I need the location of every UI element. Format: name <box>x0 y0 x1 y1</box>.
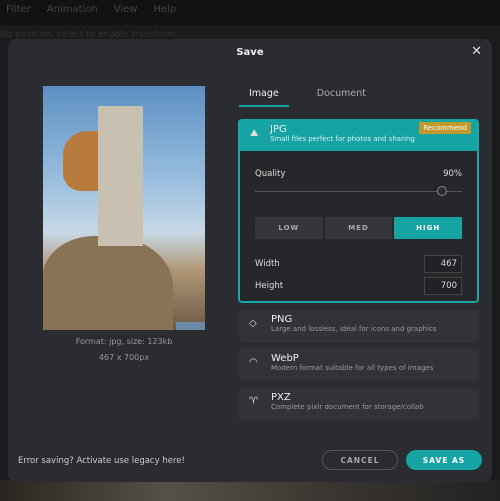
format-jpg[interactable]: ⛰ JPG Small files perfect for photos and… <box>238 119 479 303</box>
format-png[interactable]: ◇ PNG Large and lossless, ideal for icon… <box>239 310 479 342</box>
quality-slider[interactable] <box>255 186 462 196</box>
tab-document[interactable]: Document <box>307 86 376 107</box>
quality-value: 90% <box>443 169 462 179</box>
format-description: Modern format suitable for all types of … <box>271 364 434 372</box>
format-description: Small files perfect for photos and shari… <box>270 135 415 143</box>
height-input[interactable] <box>424 277 462 295</box>
recommend-badge: Recommend <box>419 122 471 134</box>
format-name: PXZ <box>271 392 291 403</box>
width-label: Width <box>255 259 280 269</box>
format-webp[interactable]: ◠ WebP Modern format suitable for all ty… <box>239 349 479 381</box>
background-canvas <box>0 480 500 501</box>
format-name: PNG <box>271 314 293 325</box>
quality-presets: LOW MED HIGH <box>255 217 463 239</box>
format-description: Complete pixlr document for storage/coll… <box>271 403 424 411</box>
tabs: Image Document <box>239 86 376 107</box>
format-name: WebP <box>271 353 299 364</box>
height-label: Height <box>255 281 284 291</box>
slider-handle[interactable] <box>437 186 448 196</box>
format-info: Format: jpg, size: 123kb <box>75 337 173 346</box>
med-button[interactable]: MED <box>324 217 393 239</box>
menu-view[interactable]: View <box>114 4 138 21</box>
close-icon[interactable]: ✕ <box>471 44 482 59</box>
low-button[interactable]: LOW <box>255 217 323 239</box>
dialog-title: Save <box>236 47 264 58</box>
width-input[interactable] <box>424 255 462 273</box>
watermark <box>176 322 205 330</box>
tab-image[interactable]: Image <box>239 86 289 107</box>
webp-icon: ◠ <box>249 357 258 368</box>
format-pxz[interactable]: ♈ PXZ Complete pixlr document for storag… <box>239 388 479 420</box>
menubar: Filter Animation View Help <box>0 0 500 25</box>
sprout-icon: ♈ <box>249 396 258 407</box>
quality-label: Quality <box>255 169 286 179</box>
format-description: Large and lossless, ideal for icons and … <box>271 325 437 333</box>
save-dialog: Save ✕ Format: jpg, size: 123kb 467 x 70… <box>8 39 492 482</box>
image-icon: ⛰ <box>250 128 259 139</box>
legacy-link[interactable]: Error saving? Activate use legacy here! <box>18 456 185 466</box>
menu-animation[interactable]: Animation <box>47 4 98 21</box>
menu-filter[interactable]: Filter <box>6 4 31 21</box>
high-button[interactable]: HIGH <box>394 217 463 239</box>
shapes-icon: ◇ <box>249 318 257 329</box>
image-preview <box>43 86 205 330</box>
menu-help[interactable]: Help <box>153 4 176 21</box>
dimensions-info: 467 x 700px <box>98 353 150 362</box>
cancel-button[interactable]: CANCEL <box>322 450 398 470</box>
save-as-button[interactable]: SAVE AS <box>406 450 482 470</box>
